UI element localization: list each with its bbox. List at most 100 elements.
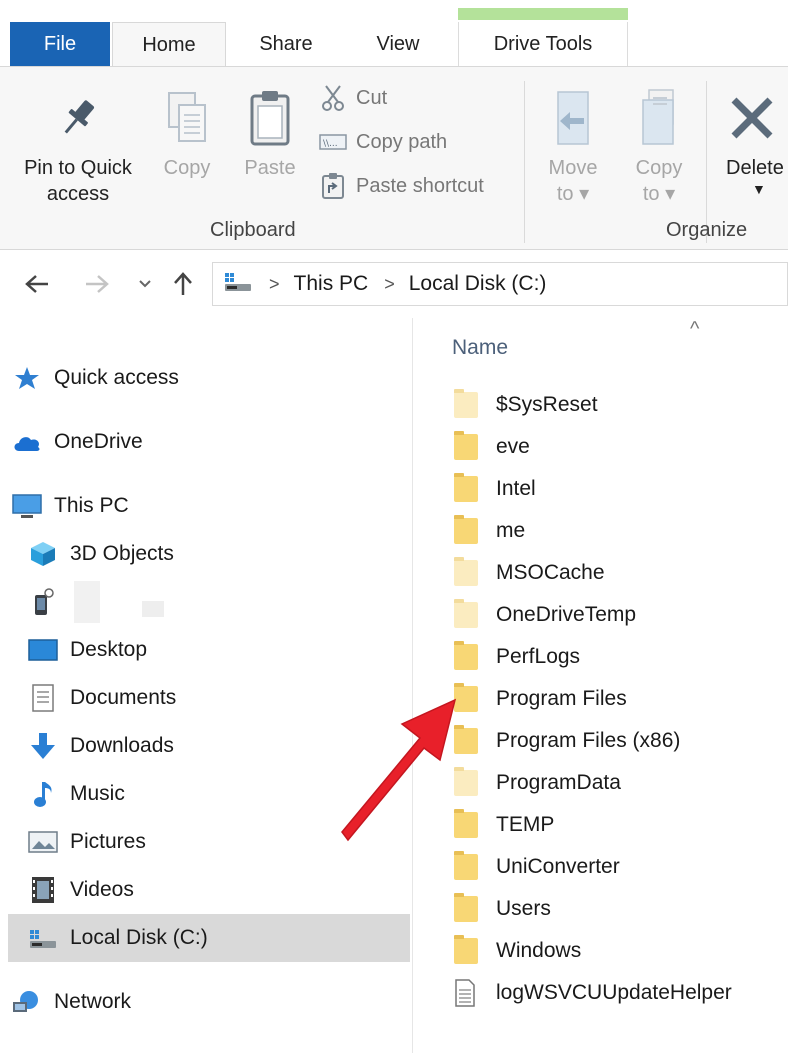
sidebar-item-label: Desktop bbox=[70, 638, 148, 661]
list-item[interactable]: UniConverter bbox=[454, 846, 620, 888]
file-name: me bbox=[496, 519, 526, 542]
breadcrumb-separator: > bbox=[269, 273, 280, 294]
sidebar-item-label: Downloads bbox=[70, 734, 174, 757]
paste-shortcut-label: Paste shortcut bbox=[356, 174, 484, 197]
file-name: UniConverter bbox=[496, 855, 620, 878]
film-icon bbox=[26, 873, 60, 907]
sidebar-item-network[interactable]: Network bbox=[10, 980, 408, 1024]
folder-icon bbox=[454, 683, 482, 714]
folder-icon bbox=[454, 599, 482, 630]
list-item[interactable]: eve bbox=[454, 426, 530, 468]
delete-dropdown-arrow: ▼ bbox=[752, 181, 766, 197]
cube-icon bbox=[26, 537, 60, 571]
pane-divider[interactable] bbox=[412, 318, 413, 1053]
file-name: OneDriveTemp bbox=[496, 603, 637, 626]
sidebar-item-desktop[interactable]: Desktop bbox=[26, 628, 408, 672]
copy-to-button[interactable]: Copy to ▾ bbox=[622, 85, 696, 207]
sidebar-item-quick-access[interactable]: Quick access bbox=[10, 356, 408, 400]
recent-locations-chevron-icon[interactable] bbox=[134, 266, 156, 302]
cut-button[interactable]: Cut bbox=[318, 83, 387, 113]
delete-label: Delete bbox=[726, 157, 784, 179]
copy-path-button[interactable]: \\... Copy path bbox=[318, 127, 447, 157]
tab-share[interactable]: Share bbox=[236, 22, 336, 66]
list-item[interactable]: TEMP bbox=[454, 804, 554, 846]
breadcrumb-this-pc[interactable]: This PC bbox=[294, 272, 369, 296]
folder-icon bbox=[454, 893, 482, 924]
list-item[interactable]: Program Files (x86) bbox=[454, 720, 680, 762]
file-name: eve bbox=[496, 435, 530, 458]
desktop-icon bbox=[26, 633, 60, 667]
list-item[interactable]: me bbox=[454, 510, 525, 552]
sort-ascending-caret-icon: ^ bbox=[690, 318, 700, 340]
paste-shortcut-button[interactable]: Paste shortcut bbox=[318, 171, 484, 201]
list-item[interactable]: PerfLogs bbox=[454, 636, 580, 678]
list-item[interactable]: Program Files bbox=[454, 678, 627, 720]
folder-icon bbox=[454, 389, 482, 420]
sidebar-item-videos[interactable]: Videos bbox=[26, 868, 408, 912]
document-icon bbox=[26, 681, 60, 715]
folder-icon bbox=[454, 767, 482, 798]
paste-button[interactable]: Paste bbox=[234, 85, 306, 181]
list-item[interactable]: logWSVCUUpdateHelper bbox=[454, 972, 732, 1014]
redacted-label-2 bbox=[142, 601, 164, 617]
file-name: ProgramData bbox=[496, 771, 621, 794]
list-item[interactable]: $SysReset bbox=[454, 384, 598, 426]
phone-device-icon bbox=[26, 585, 60, 619]
list-item[interactable]: MSOCache bbox=[454, 552, 605, 594]
address-toolbar: > This PC > Local Disk (C:) bbox=[0, 252, 788, 316]
list-item[interactable]: OneDriveTemp bbox=[454, 594, 636, 636]
sidebar-item-label: Music bbox=[70, 782, 125, 805]
sidebar-item-label: Network bbox=[54, 990, 132, 1013]
pin-label-line2: access bbox=[46, 183, 110, 205]
sidebar-item-onedrive[interactable]: OneDrive bbox=[10, 420, 408, 464]
file-name: Intel bbox=[496, 477, 536, 500]
file-name: Windows bbox=[496, 939, 582, 962]
move-to-label-line1: Move bbox=[548, 157, 598, 179]
up-arrow-icon[interactable] bbox=[168, 266, 198, 302]
sidebar-item-documents[interactable]: Documents bbox=[26, 676, 408, 720]
sidebar-item-downloads[interactable]: Downloads bbox=[26, 724, 408, 768]
copy-button[interactable]: Copy bbox=[152, 85, 222, 181]
back-arrow-icon[interactable] bbox=[20, 266, 54, 302]
column-header-name[interactable]: Name bbox=[452, 336, 508, 360]
file-name: Program Files (x86) bbox=[496, 729, 681, 752]
pin-label-line1: Pin to Quick bbox=[24, 157, 132, 179]
folder-icon bbox=[454, 725, 482, 756]
cloud-icon bbox=[10, 425, 44, 459]
sidebar-item-local-disk[interactable]: Local Disk (C:) bbox=[8, 914, 410, 962]
sidebar-item-pictures[interactable]: Pictures bbox=[26, 820, 408, 864]
paste-shortcut-icon bbox=[318, 171, 348, 201]
sidebar-item-3d-objects[interactable]: 3D Objects bbox=[26, 532, 408, 576]
tab-file[interactable]: File bbox=[10, 22, 110, 66]
pin-to-quick-access-button[interactable]: Pin to Quick access bbox=[12, 85, 144, 207]
sidebar-item-label: OneDrive bbox=[54, 430, 143, 453]
address-bar[interactable]: > This PC > Local Disk (C:) bbox=[212, 262, 788, 306]
file-name: logWSVCUUpdateHelper bbox=[496, 981, 732, 1004]
folder-icon bbox=[454, 935, 482, 966]
list-item[interactable]: Windows bbox=[454, 930, 581, 972]
move-to-label-line2: to ▾ bbox=[556, 183, 590, 205]
delete-x-icon bbox=[722, 85, 782, 151]
copy-path-icon: \\... bbox=[318, 127, 348, 157]
list-item[interactable]: Users bbox=[454, 888, 551, 930]
copy-to-label-line2: to ▾ bbox=[642, 183, 676, 205]
breadcrumb-local-disk[interactable]: Local Disk (C:) bbox=[409, 272, 547, 296]
sidebar-item-this-pc[interactable]: This PC bbox=[10, 484, 408, 528]
move-to-button[interactable]: Move to ▾ bbox=[536, 85, 610, 207]
sidebar-item-device[interactable] bbox=[26, 580, 408, 624]
redacted-label bbox=[74, 581, 100, 623]
list-item[interactable]: Intel bbox=[454, 468, 536, 510]
tab-home[interactable]: Home bbox=[112, 22, 226, 68]
svg-text:\\...: \\... bbox=[323, 139, 338, 149]
paste-label: Paste bbox=[244, 157, 296, 179]
folder-icon bbox=[454, 809, 482, 840]
file-name: Program Files bbox=[496, 687, 627, 710]
list-item[interactable]: ProgramData bbox=[454, 762, 621, 804]
file-name: PerfLogs bbox=[496, 645, 581, 668]
tab-view[interactable]: View bbox=[350, 22, 446, 66]
sidebar-item-music[interactable]: Music bbox=[26, 772, 408, 816]
forward-arrow-icon[interactable] bbox=[82, 266, 112, 302]
delete-button[interactable]: Delete ▼ bbox=[722, 85, 788, 197]
tab-drive-tools[interactable]: Drive Tools bbox=[458, 22, 628, 66]
file-list: ^ Name $SysReset eve Intel me MSOCache O… bbox=[414, 318, 788, 1053]
